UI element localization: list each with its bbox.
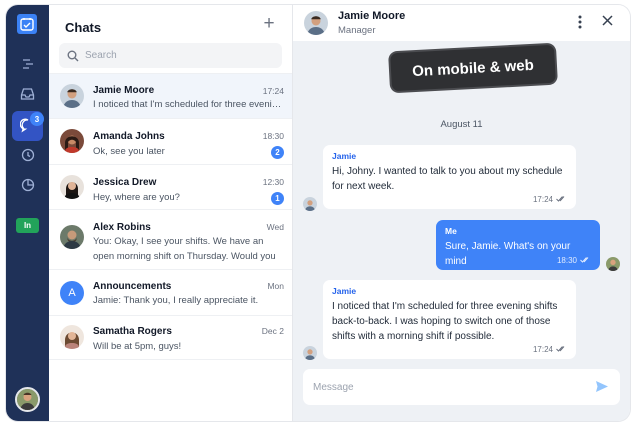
- chat-row-announcements[interactable]: A Announcements Mon Jamie: Thank you, I …: [49, 269, 292, 315]
- search-input[interactable]: [85, 48, 275, 63]
- chat-row-jamie-moore[interactable]: Jamie Moore 17:24 I noticed that I'm sch…: [49, 73, 292, 118]
- message-input[interactable]: [313, 379, 583, 395]
- chat-name: Samatha Rogers: [93, 326, 172, 337]
- chat-list-title: Chats: [65, 20, 102, 35]
- send-icon[interactable]: [595, 380, 609, 398]
- avatar: [60, 129, 84, 153]
- chat-row-samatha-rogers[interactable]: Samatha Rogers Dec 2 Will be at 5pm, guy…: [49, 315, 292, 360]
- search-box[interactable]: [59, 43, 282, 68]
- message-meta: 18:30: [557, 256, 590, 265]
- plus-icon[interactable]: +: [261, 14, 277, 33]
- read-check-icon: [556, 195, 566, 204]
- message-time: 18:30: [556, 256, 577, 265]
- chat-time: Dec 2: [261, 326, 284, 336]
- chat-preview: Hey, where are you?: [93, 192, 180, 203]
- chat-time: Wed: [266, 222, 284, 232]
- message-text: I noticed that I'm scheduled for three e…: [332, 301, 558, 342]
- chat-time: 18:30: [262, 131, 284, 141]
- read-check-icon: [556, 345, 566, 354]
- clock-in-status[interactable]: In: [16, 218, 39, 233]
- more-options-icon[interactable]: [575, 15, 585, 31]
- avatar: [60, 325, 84, 349]
- unread-badge: 2: [271, 146, 284, 159]
- pie-chart-icon[interactable]: [19, 176, 36, 193]
- chat-preview: Will be at 5pm, guys!: [93, 341, 182, 352]
- avatar: [60, 225, 84, 249]
- message-sender: Jamie: [332, 286, 357, 296]
- message-time: 17:24: [532, 345, 553, 354]
- chat-list-panel: Chats + Jamie Moore 17:24 I noticed that…: [49, 5, 293, 421]
- clock-icon[interactable]: [19, 146, 36, 163]
- search-icon: [67, 49, 79, 67]
- avatar-letter: A: [60, 281, 84, 305]
- avatar: [60, 84, 84, 108]
- chat-time: 12:30: [262, 177, 284, 187]
- chat-preview: Jamie: Thank you, I really appreciate it…: [93, 295, 259, 306]
- chat-name: Jamie Moore: [93, 85, 155, 96]
- inbox-icon[interactable]: [19, 85, 36, 102]
- message-time: 17:24: [532, 195, 553, 204]
- nav-rail: 3 In: [6, 5, 49, 421]
- sender-avatar: [303, 197, 317, 211]
- app-window: 3 In Chats + Jamie Moore 17:24 I no: [6, 5, 630, 421]
- chat-row-alex-robins[interactable]: Alex Robins Wed You: Okay, I see your sh…: [49, 209, 292, 269]
- chat-name: Alex Robins: [93, 222, 151, 233]
- message-meta: 17:24: [533, 195, 566, 204]
- contact-avatar[interactable]: [304, 11, 328, 35]
- chat-unread-badge: 3: [30, 112, 44, 126]
- message-meta: 17:24: [533, 345, 566, 354]
- message-sender: Me: [445, 226, 457, 236]
- chat-preview: You: Okay, I see your shifts. We have an…: [93, 236, 276, 262]
- chat-row-jessica-drew[interactable]: Jessica Drew 12:30 Hey, where are you? 1: [49, 164, 292, 209]
- chat-name: Amanda Johns: [93, 131, 165, 142]
- conversation-panel: Jamie Moore Manager On mobile & web Augu…: [293, 5, 630, 421]
- chat-row-amanda-johns[interactable]: Amanda Johns 18:30 Ok, see you later 2: [49, 118, 292, 164]
- avatar: [60, 175, 84, 199]
- chat-preview: I noticed that I'm scheduled for three e…: [93, 99, 285, 110]
- chat-preview: Ok, see you later: [93, 146, 165, 157]
- conversation-header: Jamie Moore Manager: [293, 5, 630, 41]
- contact-name: Jamie Moore: [338, 10, 406, 22]
- chat-name: Jessica Drew: [93, 177, 157, 188]
- close-icon[interactable]: [600, 14, 614, 30]
- message-text: Hi, Johny. I wanted to talk to you about…: [332, 166, 563, 192]
- date-separator: August 11: [440, 119, 483, 130]
- message-bubble: Jamie Hi, Johny. I wanted to talk to you…: [323, 145, 576, 209]
- read-check-icon: [580, 256, 590, 265]
- message-bubble: Jamie I noticed that I'm scheduled for t…: [323, 280, 576, 359]
- chat-name: Announcements: [93, 281, 172, 292]
- promo-label: On mobile & web: [390, 44, 556, 92]
- contact-role: Manager: [338, 25, 376, 36]
- sender-avatar: [303, 346, 317, 360]
- chat-time: Mon: [267, 281, 284, 291]
- unread-badge: 1: [271, 192, 284, 205]
- schedule-icon[interactable]: [19, 55, 36, 72]
- message-composer: [303, 369, 620, 405]
- message-bubble-outgoing: Me Sure, Jamie. What's on your mind 18:3…: [436, 220, 600, 270]
- my-message-avatar: [606, 257, 620, 271]
- my-avatar[interactable]: [15, 387, 40, 412]
- chat-time: 17:24: [262, 86, 284, 96]
- app-logo-icon[interactable]: [17, 14, 37, 34]
- message-sender: Jamie: [332, 151, 357, 161]
